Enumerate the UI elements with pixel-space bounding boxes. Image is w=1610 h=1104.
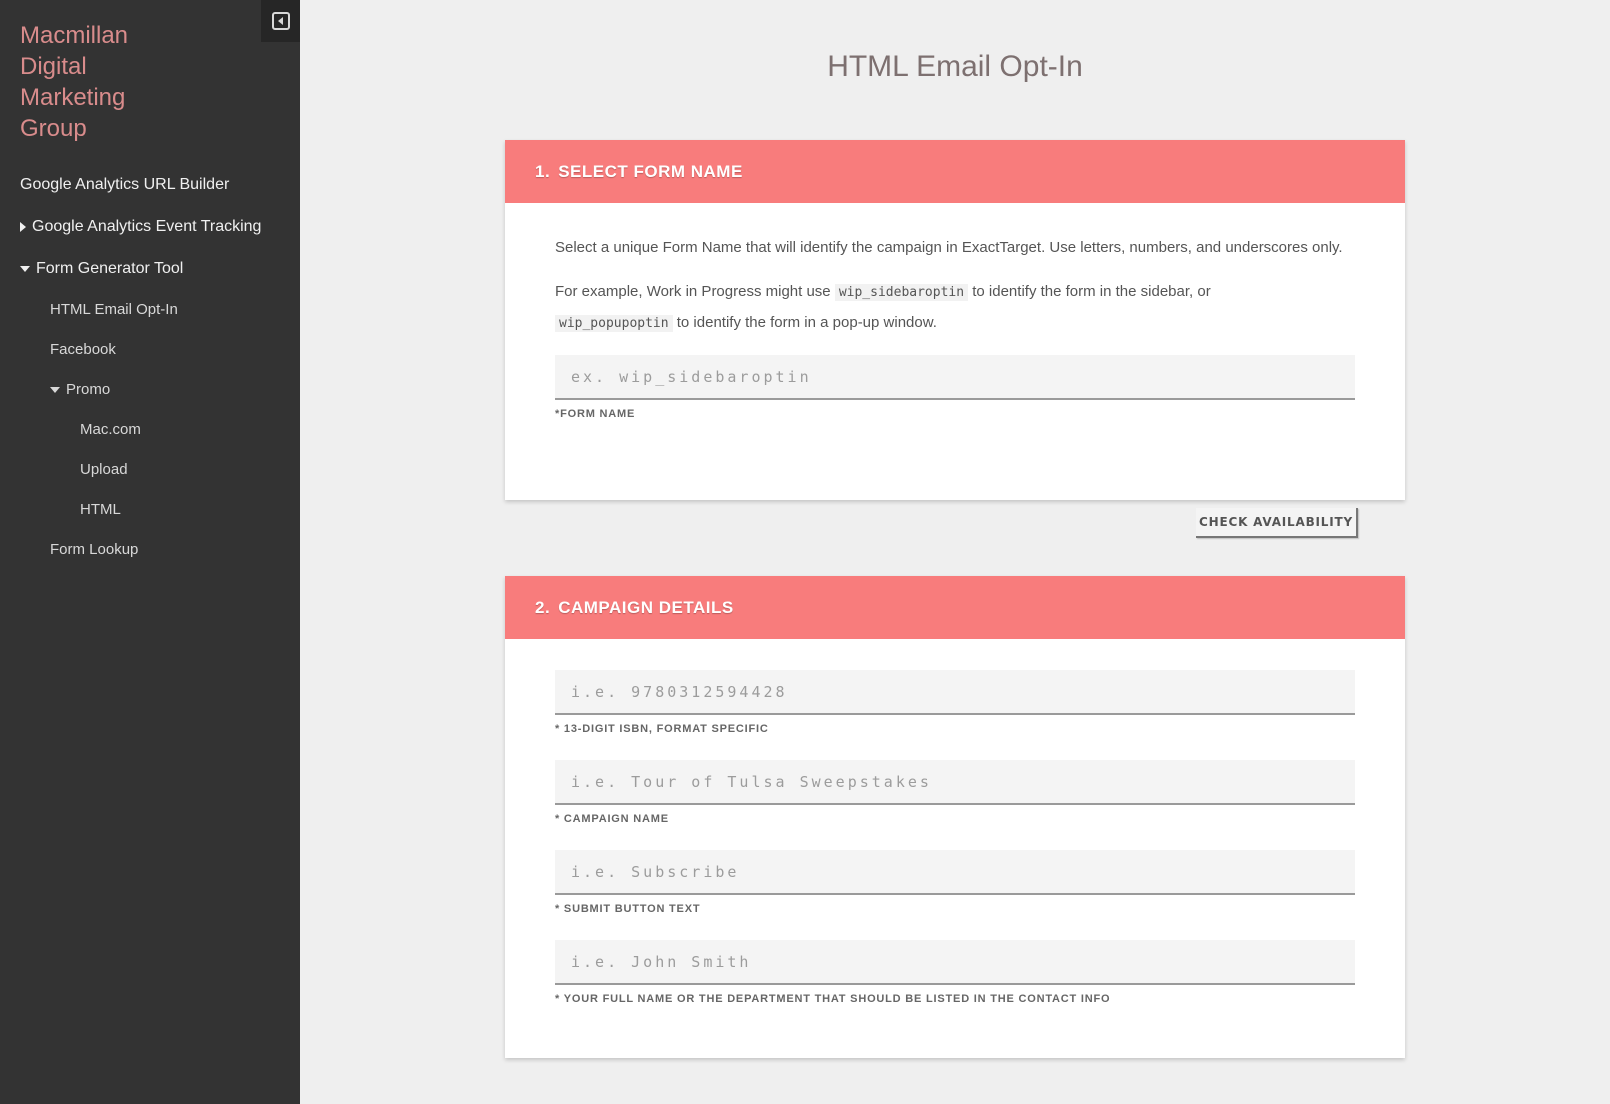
brand-line: Digital <box>20 53 87 80</box>
example-text: to identify the form in a pop-up window. <box>676 314 937 331</box>
form-name-label: *FORM NAME <box>555 408 636 420</box>
sidebar-item-html-email-opt-in[interactable]: HTML Email Opt-In <box>50 301 178 318</box>
section-header: 2. CAMPAIGN DETAILS <box>505 576 1405 639</box>
sidebar-item-label: Promo <box>66 381 111 398</box>
sidebar-item-label: Form Generator Tool <box>36 260 184 277</box>
section-title: CAMPAIGN DETAILS <box>558 597 734 617</box>
contact-name-label: * YOUR FULL NAME OR THE DEPARTMENT THAT … <box>555 993 1111 1005</box>
section-title: SELECT FORM NAME <box>558 161 743 181</box>
sidebar-item-label: HTML <box>80 501 121 518</box>
collapse-sidebar-button[interactable] <box>261 0 300 42</box>
example-code: wip_sidebaroptin <box>834 284 969 301</box>
sidebar-item-label: Upload <box>80 461 128 478</box>
example-text: For example, Work in Progress might use <box>555 283 831 300</box>
sidebar-item-facebook[interactable]: Facebook <box>50 341 116 358</box>
campaign-name-input[interactable] <box>555 760 1355 805</box>
sidebar-item-label: Google Analytics URL Builder <box>20 176 230 193</box>
section-description: Select a unique Form Name that will iden… <box>555 239 1343 256</box>
form-name-section: 1. SELECT FORM NAME Select a unique Form… <box>505 140 1405 538</box>
sidebar-item-label: Google Analytics Event Tracking <box>32 218 262 235</box>
section-number: 2. <box>535 597 551 617</box>
sidebar-item-html[interactable]: HTML <box>80 501 121 518</box>
example-code: wip_popupoptin <box>555 315 673 332</box>
check-availability-button[interactable]: CHECK AVAILABILITY <box>1196 508 1358 538</box>
section-body: Select a unique Form Name that will iden… <box>505 233 1405 538</box>
sidebar: Macmillan Digital Marketing Group Google… <box>0 0 300 1104</box>
submit-button-text-input[interactable] <box>555 850 1355 895</box>
sidebar-item-event-tracking[interactable]: Google Analytics Event Tracking <box>20 218 261 236</box>
triangle-down-icon <box>50 386 60 393</box>
section-number: 1. <box>535 161 551 181</box>
brand-line: Group <box>20 115 87 142</box>
form-name-input[interactable] <box>555 355 1355 400</box>
section-body: * 13-DIGIT ISBN, FORMAT SPECIFIC * CAMPA… <box>505 670 1405 1005</box>
sidebar-item-label: Mac.com <box>80 421 141 438</box>
sidebar-item-label: Form Lookup <box>50 541 139 558</box>
example-text: to identify the form in the sidebar, or <box>972 283 1211 300</box>
brand-line: Macmillan <box>20 22 129 49</box>
sidebar-item-url-builder[interactable]: Google Analytics URL Builder <box>20 176 229 194</box>
brand-title[interactable]: Macmillan Digital Marketing Group <box>20 20 220 144</box>
sidebar-item-label: Facebook <box>50 341 116 358</box>
sidebar-item-label: HTML Email Opt-In <box>50 301 178 318</box>
section-header: 1. SELECT FORM NAME <box>505 140 1405 203</box>
isbn-input[interactable] <box>555 670 1355 715</box>
page-title: HTML Email Opt-In <box>827 50 1083 83</box>
sidebar-item-form-lookup[interactable]: Form Lookup <box>50 541 138 558</box>
sidebar-item-promo[interactable]: Promo <box>50 381 110 398</box>
campaign-name-label: * CAMPAIGN NAME <box>555 813 669 825</box>
triangle-down-icon <box>20 266 30 272</box>
triangle-right-icon <box>20 222 26 232</box>
sidebar-item-form-generator[interactable]: Form Generator Tool <box>20 260 183 278</box>
isbn-label: * 13-DIGIT ISBN, FORMAT SPECIFIC <box>555 723 769 735</box>
submit-button-text-label: * SUBMIT BUTTON TEXT <box>555 903 701 915</box>
collapse-left-icon <box>271 12 290 30</box>
brand-line: Marketing <box>20 84 126 111</box>
campaign-details-section: 2. CAMPAIGN DETAILS * 13-DIGIT ISBN, FOR… <box>505 576 1405 1058</box>
sidebar-item-mac-com[interactable]: Mac.com <box>80 421 141 438</box>
contact-name-input[interactable] <box>555 940 1355 985</box>
section-example: For example, Work in Progress might use … <box>555 277 1355 339</box>
sidebar-item-upload[interactable]: Upload <box>80 461 128 478</box>
